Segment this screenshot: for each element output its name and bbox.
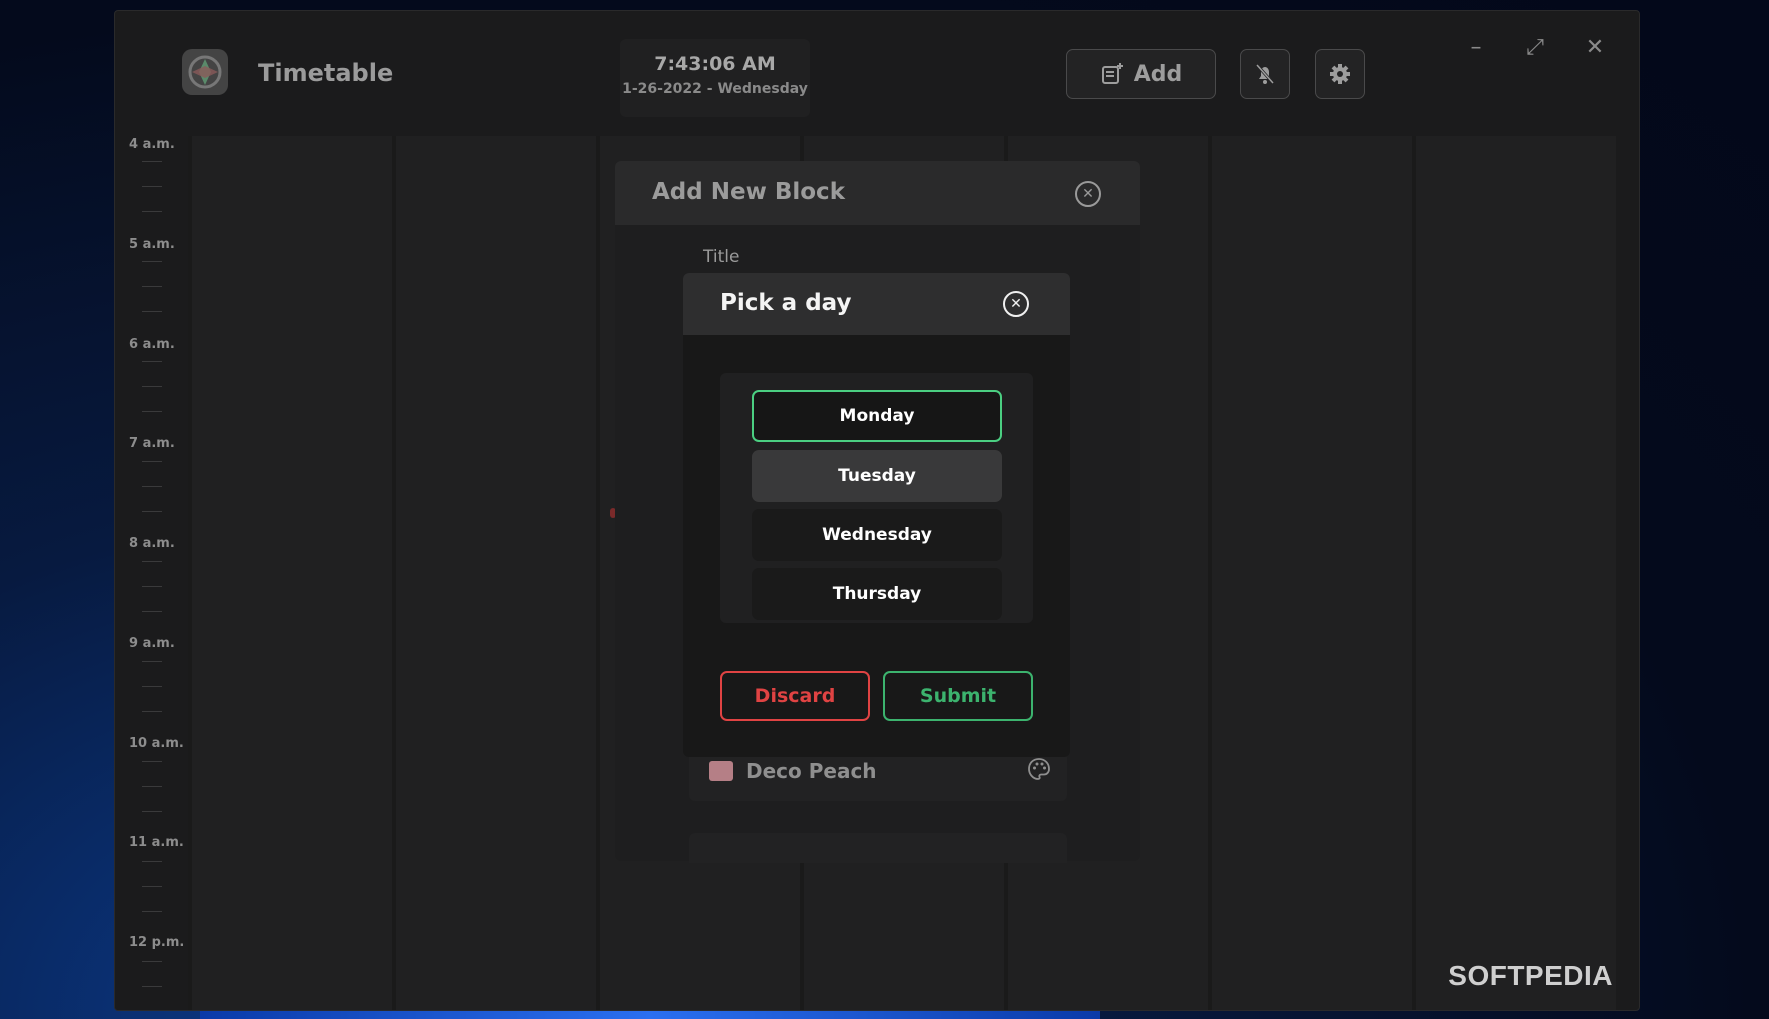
app-title: Timetable [258, 59, 394, 87]
submit-button[interactable]: Submit [883, 671, 1033, 721]
app-logo-icon [182, 49, 228, 95]
day-column[interactable] [1412, 136, 1616, 1010]
add-button-label: Add [1133, 61, 1183, 87]
hour-label: 8 a.m. [129, 536, 175, 551]
color-swatch [709, 761, 733, 781]
clock-date: 1-26-2022 - Wednesday [622, 81, 808, 97]
bell-off-icon [1255, 64, 1275, 84]
next-field [689, 833, 1067, 863]
pick-day-dialog: Pick a day ✕ Monday Tuesday Wednesday Th… [683, 273, 1070, 757]
clock-display: 7:43:06 AM 1-26-2022 - Wednesday [620, 39, 810, 117]
hour-label: 7 a.m. [129, 436, 175, 451]
close-add-block-icon[interactable]: ✕ [1075, 181, 1101, 207]
day-option-monday[interactable]: Monday [752, 390, 1002, 442]
day-option-wednesday[interactable]: Wednesday [752, 509, 1002, 561]
color-name: Deco Peach [746, 759, 877, 783]
close-window-button[interactable]: ✕ [1580, 35, 1610, 60]
add-note-icon [1101, 63, 1123, 84]
close-pick-day-icon[interactable]: ✕ [1003, 291, 1029, 317]
add-button[interactable]: Add [1066, 49, 1216, 99]
add-block-header: Add New Block ✕ [615, 161, 1140, 225]
day-option-tuesday[interactable]: Tuesday [752, 450, 1002, 502]
pick-day-header: Pick a day ✕ [683, 273, 1070, 335]
day-column[interactable] [392, 136, 596, 1010]
add-block-title: Add New Block [652, 179, 845, 205]
hour-label: 12 p.m. [129, 935, 185, 950]
time-axis: 4 a.m. 5 a.m. 6 a.m. 7 a.m. 8 a.m. 9 a.m… [115, 131, 188, 1010]
hour-label: 11 a.m. [129, 835, 184, 850]
discard-button[interactable]: Discard [720, 671, 870, 721]
app-window: Timetable 7:43:06 AM 1-26-2022 - Wednesd… [114, 10, 1640, 1011]
maximize-icon[interactable]: ⤢ [1520, 35, 1550, 60]
title-field-label: Title [703, 247, 740, 267]
minimize-button[interactable]: – [1461, 35, 1491, 60]
hour-label: 5 a.m. [129, 237, 175, 252]
notifications-off-button[interactable] [1240, 49, 1290, 99]
day-column[interactable] [188, 136, 392, 1010]
settings-button[interactable] [1315, 49, 1365, 99]
pick-day-title: Pick a day [720, 290, 852, 316]
palette-icon[interactable] [1027, 757, 1051, 781]
clock-time: 7:43:06 AM [654, 53, 776, 75]
hour-label: 6 a.m. [129, 337, 175, 352]
gear-icon [1330, 64, 1350, 84]
hour-label: 9 a.m. [129, 636, 175, 651]
hour-label: 10 a.m. [129, 736, 184, 751]
day-options-list: Monday Tuesday Wednesday Thursday [720, 373, 1033, 623]
day-column[interactable] [1208, 136, 1412, 1010]
hour-label: 4 a.m. [129, 137, 175, 152]
watermark: SOFTPEDIA [1448, 960, 1613, 991]
day-option-thursday[interactable]: Thursday [752, 568, 1002, 620]
